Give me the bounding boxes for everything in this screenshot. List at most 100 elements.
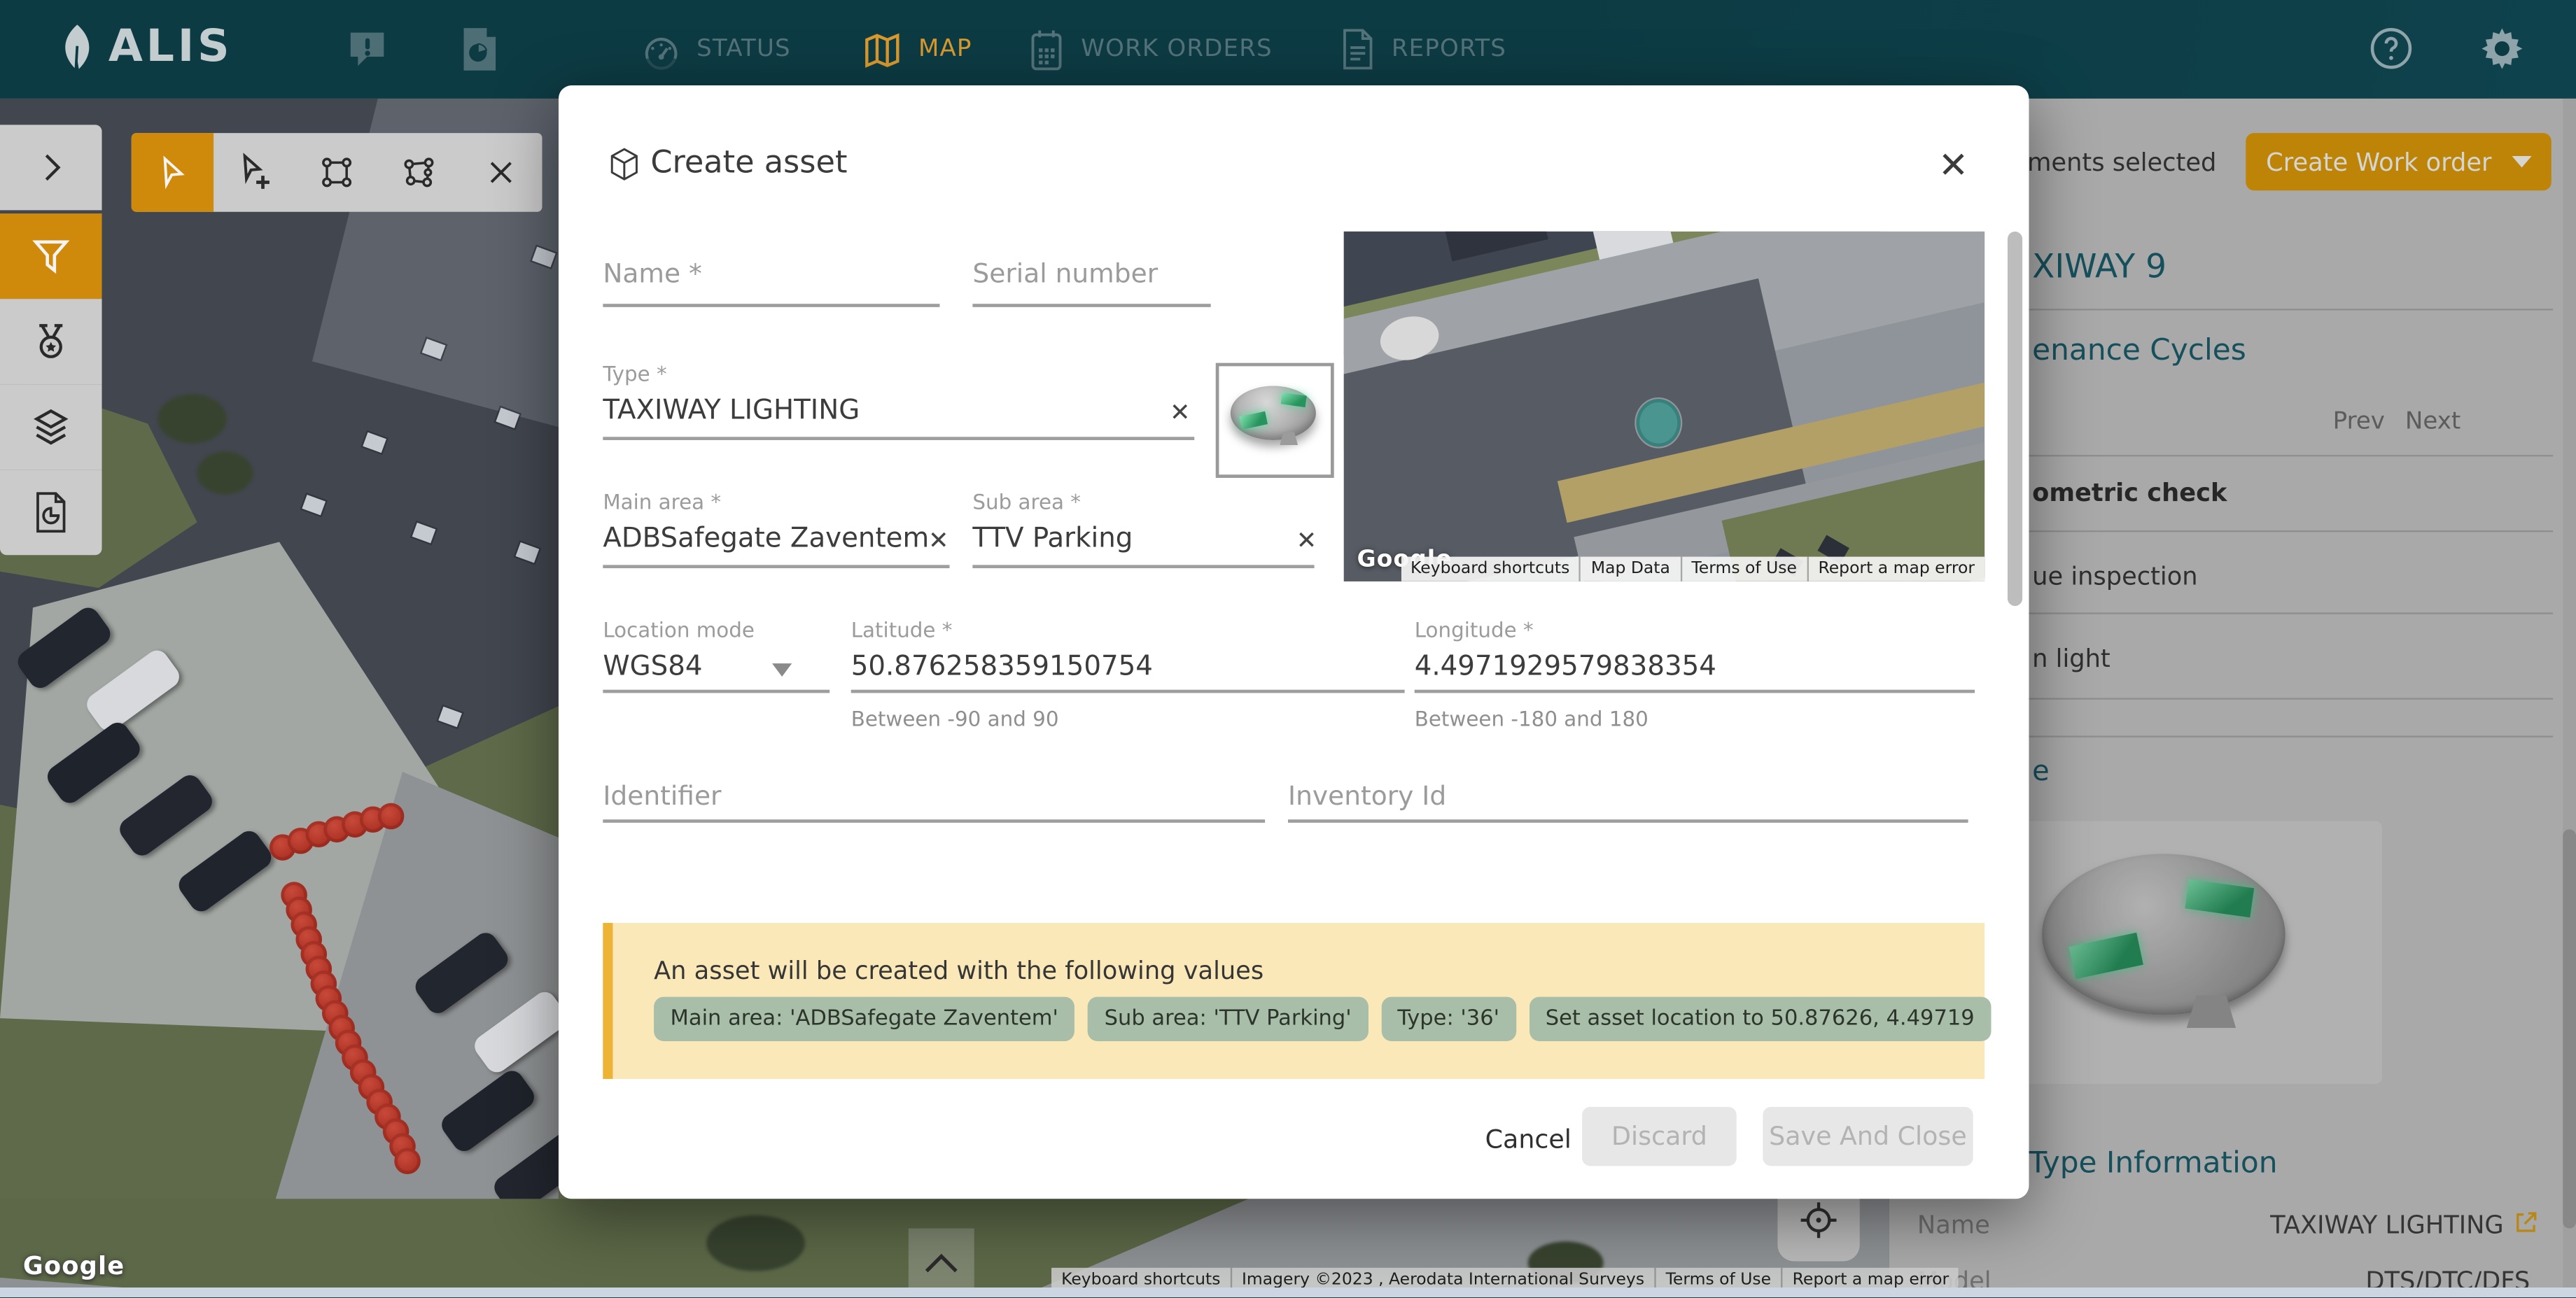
location-map-preview[interactable]: Google Keyboard shortcutsMap DataTerms o…: [1344, 232, 1984, 581]
tab-map[interactable]: MAP: [861, 0, 972, 99]
caret-down-icon: [2512, 156, 2531, 167]
asset-location-marker: [1637, 399, 1681, 446]
map-selection-toolbar: [132, 133, 542, 212]
inventory-id-underline: [1288, 819, 1968, 823]
reports-icon: [1339, 28, 1377, 71]
cycle-row-fragment[interactable]: ue inspection: [2032, 562, 2197, 591]
select-tool-button[interactable]: [132, 133, 214, 212]
rectangle-select-tool-button[interactable]: [295, 133, 377, 212]
sub-area-value[interactable]: TTV Parking: [972, 522, 1133, 553]
summary-chip: Set asset location to 50.87626, 4.49719: [1529, 997, 1991, 1041]
longitude-underline: [1415, 690, 1975, 693]
brand-name: ALIS: [108, 22, 232, 73]
attribution-link[interactable]: Report a map error: [1808, 557, 1984, 581]
alis-app: ALIS STATUS MAP WORK ORDERS: [0, 0, 2576, 1297]
type-underline: [603, 437, 1194, 440]
summary-chip: Main area: 'ADBSafegate Zaventem': [654, 997, 1074, 1041]
selected-count-fragment: ments selected: [2027, 148, 2216, 177]
cycle-row-fragment[interactable]: ometric check: [2032, 478, 2227, 507]
panel-title-fragment: XIWAY 9: [2032, 246, 2166, 285]
attribution-link[interactable]: Keyboard shortcuts: [1401, 557, 1581, 581]
filter-tool-button[interactable]: [0, 213, 102, 299]
name-label: Name: [1917, 1211, 1990, 1240]
clear-selection-tool-button[interactable]: [460, 133, 542, 212]
clear-sub-area-icon[interactable]: ✕: [1296, 525, 1317, 555]
summary-chip: Type: '36': [1381, 997, 1516, 1041]
report-tool-button[interactable]: [0, 470, 102, 555]
longitude-label: Longitude *: [1415, 617, 1534, 642]
panel-scrollbar[interactable]: [2563, 99, 2576, 1297]
asset-dot[interactable]: [394, 1148, 421, 1175]
main-area-value[interactable]: ADBSafegate Zaventem: [603, 522, 929, 553]
layers-tool-button[interactable]: [0, 384, 102, 470]
tree: [706, 1215, 805, 1271]
sub-area-label: Sub area *: [972, 489, 1081, 514]
tab-map-label: MAP: [918, 36, 972, 63]
clear-type-icon[interactable]: ✕: [1170, 397, 1191, 427]
notifications-icon[interactable]: [345, 27, 389, 73]
add-to-selection-tool-button[interactable]: [214, 133, 295, 212]
left-toolbar: [0, 125, 102, 555]
cube-icon: [608, 146, 640, 183]
discard-button[interactable]: Discard: [1582, 1107, 1737, 1166]
close-icon[interactable]: ✕: [1932, 145, 1975, 188]
map-icon: [861, 29, 904, 70]
name-underline: [603, 304, 939, 307]
location-mode-value[interactable]: WGS84: [603, 650, 702, 682]
cycle-row-fragment[interactable]: n light: [2032, 644, 2110, 673]
create-asset-modal: Create asset ✕ Name * Serial number Type…: [559, 85, 2029, 1199]
main-area-label: Main area *: [603, 489, 721, 514]
modal-scrollbar-thumb[interactable]: [2008, 232, 2022, 606]
creation-summary-notice: An asset will be created with the follow…: [603, 923, 1984, 1079]
identifier-field[interactable]: Identifier: [603, 780, 721, 812]
location-mode-underline: [603, 690, 830, 693]
leaf-logo-icon: [56, 22, 99, 71]
name-field[interactable]: Name *: [603, 258, 702, 289]
summary-chip: Sub area: 'TTV Parking': [1088, 997, 1368, 1041]
tab-work-orders[interactable]: WORK ORDERS: [1027, 0, 1273, 99]
asset-dot[interactable]: [378, 803, 405, 830]
app-logo[interactable]: ALIS: [56, 22, 233, 73]
save-and-close-button[interactable]: Save And Close: [1763, 1107, 1973, 1166]
section2-heading-fragment: e: [2032, 756, 2050, 789]
expand-sidebar-button[interactable]: [0, 125, 102, 210]
help-icon[interactable]: [2367, 24, 2415, 72]
google-watermark: Google: [23, 1251, 125, 1281]
polygon-select-tool-button[interactable]: [378, 133, 460, 212]
sub-area-underline: [972, 565, 1314, 568]
main-area-underline: [603, 565, 949, 568]
tab-work-orders-label: WORK ORDERS: [1081, 36, 1273, 63]
next-link[interactable]: Next: [2405, 409, 2460, 435]
serial-underline: [972, 304, 1210, 307]
external-link-icon[interactable]: [2512, 1208, 2540, 1236]
location-mode-label: Location mode: [603, 617, 755, 642]
tab-reports-label: REPORTS: [1392, 36, 1506, 63]
prev-link[interactable]: Prev: [2333, 409, 2385, 435]
section-heading-fragment: enance Cycles: [2032, 333, 2246, 367]
taxiway-light-photo: [2042, 854, 2285, 1059]
clear-main-area-icon[interactable]: ✕: [928, 525, 949, 555]
longitude-value[interactable]: 4.4971929579838354: [1415, 650, 1716, 682]
tab-status[interactable]: STATUS: [640, 0, 791, 99]
inventory-id-field[interactable]: Inventory Id: [1288, 780, 1446, 812]
modal-title: Create asset: [650, 145, 847, 181]
identifier-underline: [603, 819, 1265, 823]
report-summary-icon[interactable]: [460, 27, 499, 73]
create-work-order-button[interactable]: Create Work order: [2246, 133, 2552, 190]
settings-gear-icon[interactable]: [2477, 24, 2526, 73]
horizontal-scrollbar[interactable]: [0, 1288, 2576, 1297]
taxiway-light-thumb: [1231, 386, 1316, 456]
attribution-link[interactable]: Terms of Use: [1681, 557, 1808, 581]
latitude-helper: Between -90 and 90: [851, 706, 1059, 731]
latitude-value[interactable]: 50.876258359150754: [851, 650, 1153, 682]
type-information-heading: Type Information: [2029, 1146, 2277, 1180]
tab-reports[interactable]: REPORTS: [1339, 0, 1506, 99]
badge-tool-button[interactable]: [0, 299, 102, 384]
cancel-button[interactable]: Cancel: [1462, 1112, 1595, 1168]
longitude-helper: Between -180 and 180: [1415, 706, 1648, 731]
attribution-link[interactable]: Map Data: [1581, 557, 1682, 581]
serial-number-field[interactable]: Serial number: [972, 258, 1158, 289]
type-value[interactable]: TAXIWAY LIGHTING: [603, 394, 860, 425]
preview-attribution[interactable]: Keyboard shortcutsMap DataTerms of UseRe…: [1401, 557, 1984, 581]
location-mode-caret-icon[interactable]: [772, 663, 792, 677]
